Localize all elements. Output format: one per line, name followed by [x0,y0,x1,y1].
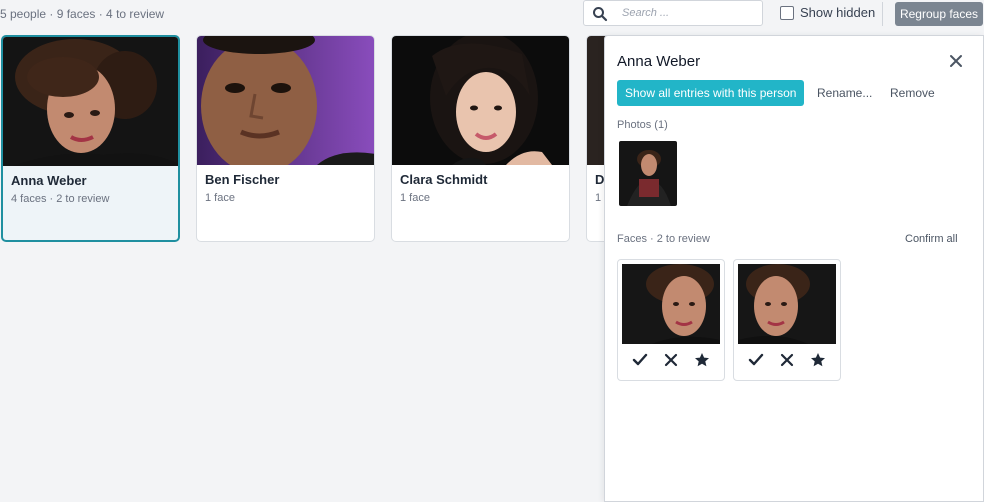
rename-button[interactable]: Rename... [817,86,872,100]
show-all-entries-button[interactable]: Show all entries with this person [617,80,805,106]
reject-x-icon[interactable] [779,352,795,368]
face-review-card [733,259,841,381]
show-hidden-checkbox[interactable] [780,5,794,20]
close-icon[interactable] [948,53,964,69]
search-box[interactable] [583,0,763,26]
person-name: Ben Fischer [205,172,280,187]
person-name: Anna Weber [11,173,87,188]
person-card-clara-schmidt[interactable]: Clara Schmidt 1 face [391,35,570,242]
regroup-faces-button[interactable]: Regroup faces [895,2,983,26]
face-image[interactable] [622,264,720,344]
faces-section-label: Faces · 2 to review [617,233,710,245]
person-face-count: 1 face [205,192,235,204]
show-hidden-toggle[interactable]: Show hidden [780,5,875,20]
person-name: D [595,172,605,187]
confirm-all-button[interactable]: Confirm all [905,233,958,245]
check-icon[interactable] [632,352,648,368]
photos-section-label: Photos (1) [617,119,668,131]
star-icon[interactable] [694,352,710,368]
library-summary: 5 people · 9 faces · 4 to review [0,7,165,21]
face-review-card [617,259,725,381]
face-image[interactable] [738,264,836,344]
show-hidden-label: Show hidden [800,5,876,20]
search-input[interactable] [622,4,756,22]
person-detail-panel: Anna Weber Show all entries with this pe… [604,35,984,502]
star-icon[interactable] [810,352,826,368]
search-icon[interactable] [592,6,608,22]
panel-title: Anna Weber [617,53,701,70]
reject-x-icon[interactable] [663,352,679,368]
person-name: Clara Schmidt [400,172,488,187]
toolbar-divider [882,2,883,26]
remove-button[interactable]: Remove [890,86,935,100]
person-photo [197,36,374,165]
person-card-anna-weber[interactable]: Anna Weber 4 faces · 2 to review [1,35,180,242]
person-photo [392,36,569,165]
person-face-count: 1 face [400,192,430,204]
person-face-count: 4 faces · 2 to review [11,193,110,205]
person-face-count: 1 [595,192,602,204]
person-card-ben-fischer[interactable]: Ben Fischer 1 face [196,35,375,242]
toolbar: 5 people · 9 faces · 4 to review Show hi… [0,0,984,28]
photo-thumbnail[interactable] [619,141,677,206]
person-photo [3,37,178,166]
check-icon[interactable] [748,352,764,368]
